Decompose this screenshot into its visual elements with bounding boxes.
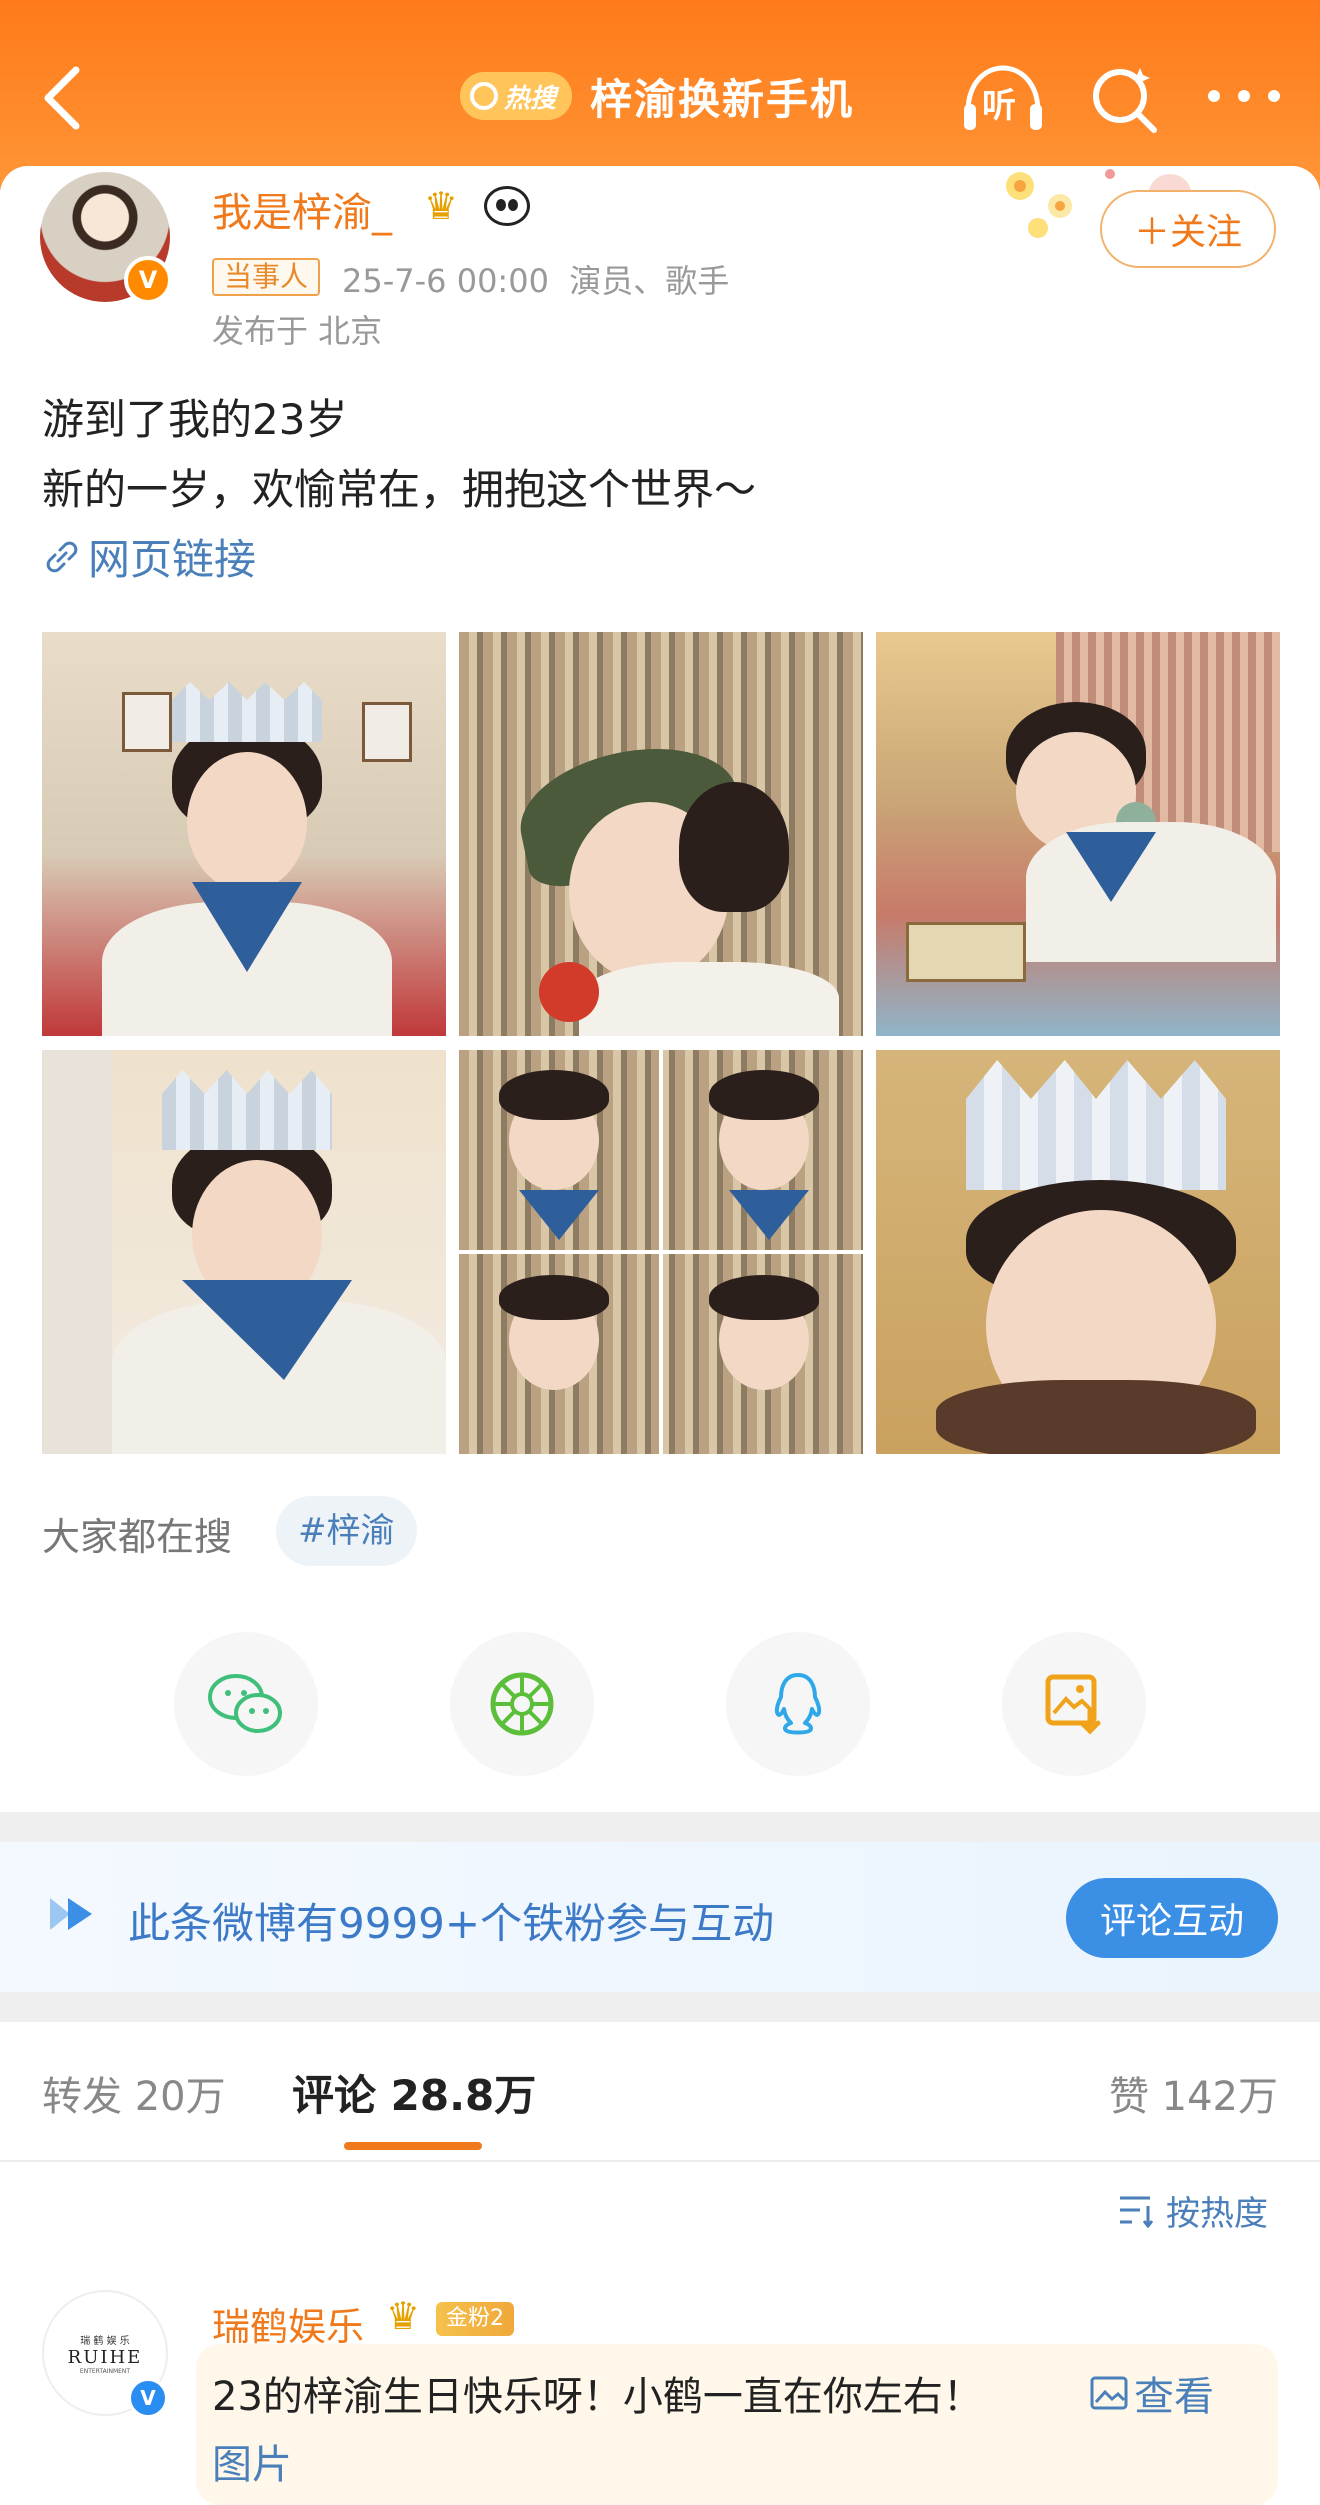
- interaction-tabs: 转发 20万 评论 28.8万 赞 142万: [0, 2022, 1320, 2162]
- party-tag: 当事人: [212, 258, 321, 296]
- sort-icon: [1120, 2196, 1154, 2228]
- hot-search-badge: 热搜: [460, 72, 573, 120]
- comment-interaction-button[interactable]: 评论互动: [1066, 1878, 1278, 1958]
- listen-label: 听: [982, 86, 1016, 126]
- view-image-link-continued[interactable]: 图片: [212, 2432, 292, 2490]
- dot-icon: [1208, 90, 1220, 102]
- hot-search-title[interactable]: 热搜 梓渝换新手机: [460, 66, 854, 126]
- search-icon: [470, 82, 498, 110]
- post-image-3[interactable]: [876, 632, 1280, 1036]
- post-text-line-2: 新的一岁，欢愉常在，拥抱这个世界～: [42, 465, 757, 514]
- post-image-1[interactable]: [42, 632, 446, 1036]
- save-image-button[interactable]: [1002, 1632, 1146, 1776]
- web-link-label: 网页链接: [88, 535, 257, 584]
- post-image-2[interactable]: [459, 632, 863, 1036]
- hot-search-topic: 梓渝换新手机: [590, 74, 855, 124]
- fan-level-badge: 金粉2: [436, 2302, 514, 2336]
- post-datetime: 25-7-6 00:00: [342, 262, 549, 300]
- moments-icon: [490, 1672, 554, 1736]
- follow-button[interactable]: ＋关注: [1100, 190, 1276, 268]
- image-icon: [1090, 2376, 1128, 2410]
- sort-by-heat-button[interactable]: 按热度: [1118, 2186, 1268, 2235]
- post-image-5[interactable]: [459, 1050, 863, 1454]
- trending-search-label: 大家都在搜: [42, 1515, 233, 1559]
- dot-icon: [1238, 90, 1250, 102]
- view-image-link[interactable]: 查看: [1090, 2364, 1214, 2422]
- crown-badge-icon: ♛: [386, 2294, 421, 2338]
- link-icon: [46, 541, 78, 572]
- more-options-button[interactable]: [1208, 78, 1280, 114]
- post-meta: 25-7-6 00:00 演员、歌手: [342, 256, 729, 302]
- search-button[interactable]: [1088, 62, 1160, 134]
- author-name[interactable]: 我是梓渝_: [212, 180, 392, 238]
- back-button[interactable]: [36, 62, 96, 134]
- crown-badge-icon: ♛: [424, 184, 459, 228]
- topic-chip[interactable]: #梓渝: [276, 1496, 417, 1566]
- qq-icon: [774, 1673, 822, 1735]
- share-wechat-button[interactable]: [174, 1632, 318, 1776]
- commenter-name[interactable]: 瑞鹤娱乐: [212, 2296, 364, 2351]
- share-moments-button[interactable]: [450, 1632, 594, 1776]
- verified-badge-icon: V: [124, 256, 172, 304]
- chevron-left-icon: [44, 66, 80, 130]
- post-text-line-1: 游到了我的23岁: [42, 395, 348, 444]
- listen-button[interactable]: 听: [960, 62, 1046, 132]
- share-qq-button[interactable]: [726, 1632, 870, 1776]
- fan-banner-text: 此条微博有9999+个铁粉参与互动: [128, 1899, 775, 1948]
- tab-like[interactable]: 赞 142万: [1109, 2064, 1278, 2122]
- section-divider: [0, 1992, 1320, 2022]
- fan-interaction-banner[interactable]: 此条微博有9999+个铁粉参与互动 评论互动: [0, 1842, 1320, 1992]
- top-bar: 热搜 梓渝换新手机 听: [0, 0, 1320, 190]
- post-image-6[interactable]: [876, 1050, 1280, 1454]
- author-role: 演员、歌手: [569, 262, 730, 300]
- save-image-icon: [1045, 1674, 1101, 1735]
- panda-icon: [484, 186, 530, 226]
- active-tab-indicator: [344, 2142, 482, 2150]
- web-link[interactable]: 网页链接: [42, 526, 256, 587]
- wechat-icon: [208, 1674, 282, 1733]
- dot-icon: [1268, 90, 1280, 102]
- section-divider: [0, 1812, 1320, 1842]
- verified-badge-icon: V: [128, 2378, 168, 2418]
- post-image-4[interactable]: [42, 1050, 446, 1454]
- comment-text: 23的梓渝生日快乐呀！小鹤一直在你左右！: [212, 2374, 983, 2420]
- tab-repost[interactable]: 转发 20万: [42, 2064, 226, 2122]
- sort-label: 按热度: [1166, 2194, 1268, 2234]
- post-location: 发布于 北京: [212, 312, 383, 350]
- tab-comment[interactable]: 评论 28.8万: [292, 2062, 536, 2123]
- search-icon: [1093, 68, 1157, 133]
- play-arrows-icon: [50, 1898, 92, 1930]
